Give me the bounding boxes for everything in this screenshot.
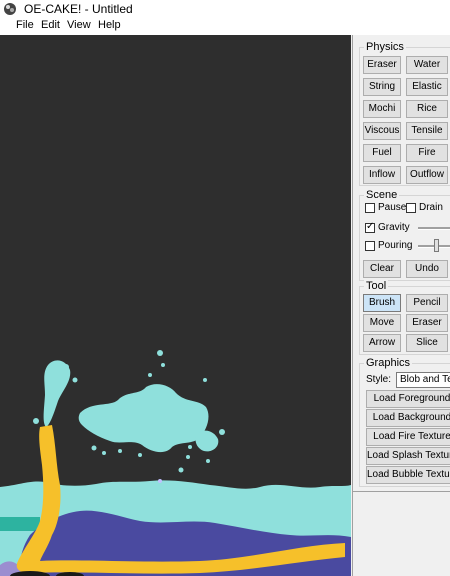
- menu-view[interactable]: View: [67, 19, 91, 31]
- tool-group: Tool Brush Pencil Move Eraser Arrow Slic…: [359, 280, 450, 355]
- pouring-slider-thumb[interactable]: [434, 239, 439, 252]
- menu-edit[interactable]: Edit: [41, 19, 60, 31]
- physics-group: Physics Eraser Water String Elastic Moch…: [359, 41, 450, 186]
- panel-divider: [352, 491, 450, 492]
- load-foreground-button[interactable]: Load Foreground: [366, 390, 450, 408]
- physics-label: Physics: [364, 41, 406, 53]
- tool-slice-button[interactable]: Slice: [406, 334, 448, 352]
- window-title: OE-CAKE! - Untitled: [24, 2, 133, 16]
- load-splash-texture-button[interactable]: Load Splash Texture: [366, 447, 450, 465]
- tool-eraser-button[interactable]: Eraser: [406, 314, 448, 332]
- simulation-scene: [0, 350, 351, 576]
- menu-bar: File Edit View Help: [0, 18, 450, 35]
- pause-label: Pause: [378, 202, 407, 213]
- physics-outflow-button[interactable]: Outflow: [406, 166, 448, 184]
- load-background-button[interactable]: Load Background: [366, 409, 450, 427]
- gravity-label: Gravity: [378, 222, 410, 233]
- physics-string-button[interactable]: String: [363, 78, 401, 96]
- gravity-checkbox[interactable]: [365, 221, 375, 233]
- physics-mochi-button[interactable]: Mochi: [363, 100, 401, 118]
- drain-label: Drain: [419, 202, 443, 213]
- physics-elastic-button[interactable]: Elastic: [406, 78, 448, 96]
- tool-move-button[interactable]: Move: [363, 314, 401, 332]
- tool-label: Tool: [364, 280, 389, 292]
- load-bubble-texture-button[interactable]: Load Bubble Texture: [366, 466, 450, 484]
- tool-pencil-button[interactable]: Pencil: [406, 294, 448, 312]
- style-label: Style:: [366, 374, 392, 385]
- scene-group: Scene Pause Drain Gravity Pouring Clear …: [359, 189, 450, 281]
- gravity-slider[interactable]: [418, 227, 450, 230]
- physics-viscous-button[interactable]: Viscous: [363, 122, 401, 140]
- tool-brush-button[interactable]: Brush: [363, 294, 401, 312]
- load-fire-texture-button[interactable]: Load Fire Texture: [366, 428, 450, 446]
- physics-eraser-button[interactable]: Eraser: [363, 56, 401, 74]
- pouring-label: Pouring: [378, 240, 413, 251]
- physics-fire-button[interactable]: Fire: [406, 144, 448, 162]
- control-panel: Physics Eraser Water String Elastic Moch…: [352, 35, 450, 576]
- scene-label: Scene: [364, 189, 400, 201]
- clear-button[interactable]: Clear: [363, 260, 401, 278]
- pouring-checkbox[interactable]: [365, 241, 375, 251]
- water-splash: [43, 360, 71, 427]
- graphics-group: Graphics Style: Blob and Text Load Foreg…: [359, 357, 450, 487]
- menu-file[interactable]: File: [16, 19, 34, 31]
- menu-help[interactable]: Help: [98, 19, 121, 31]
- graphics-label: Graphics: [364, 357, 413, 369]
- drain-checkbox[interactable]: [406, 203, 416, 213]
- physics-water-button[interactable]: Water: [406, 56, 448, 74]
- physics-fuel-button[interactable]: Fuel: [363, 144, 401, 162]
- physics-rice-button[interactable]: Rice: [406, 100, 448, 118]
- undo-button[interactable]: Undo: [406, 260, 448, 278]
- app-icon: [4, 3, 16, 15]
- physics-inflow-button[interactable]: Inflow: [363, 166, 401, 184]
- water-cloud: [78, 384, 209, 453]
- style-select[interactable]: Blob and Text: [396, 372, 450, 388]
- tool-arrow-button[interactable]: Arrow: [363, 334, 401, 352]
- physics-tensile-button[interactable]: Tensile: [406, 122, 448, 140]
- title-bar: OE-CAKE! - Untitled: [0, 0, 450, 18]
- pause-checkbox[interactable]: [365, 203, 375, 213]
- simulation-canvas[interactable]: [0, 35, 351, 576]
